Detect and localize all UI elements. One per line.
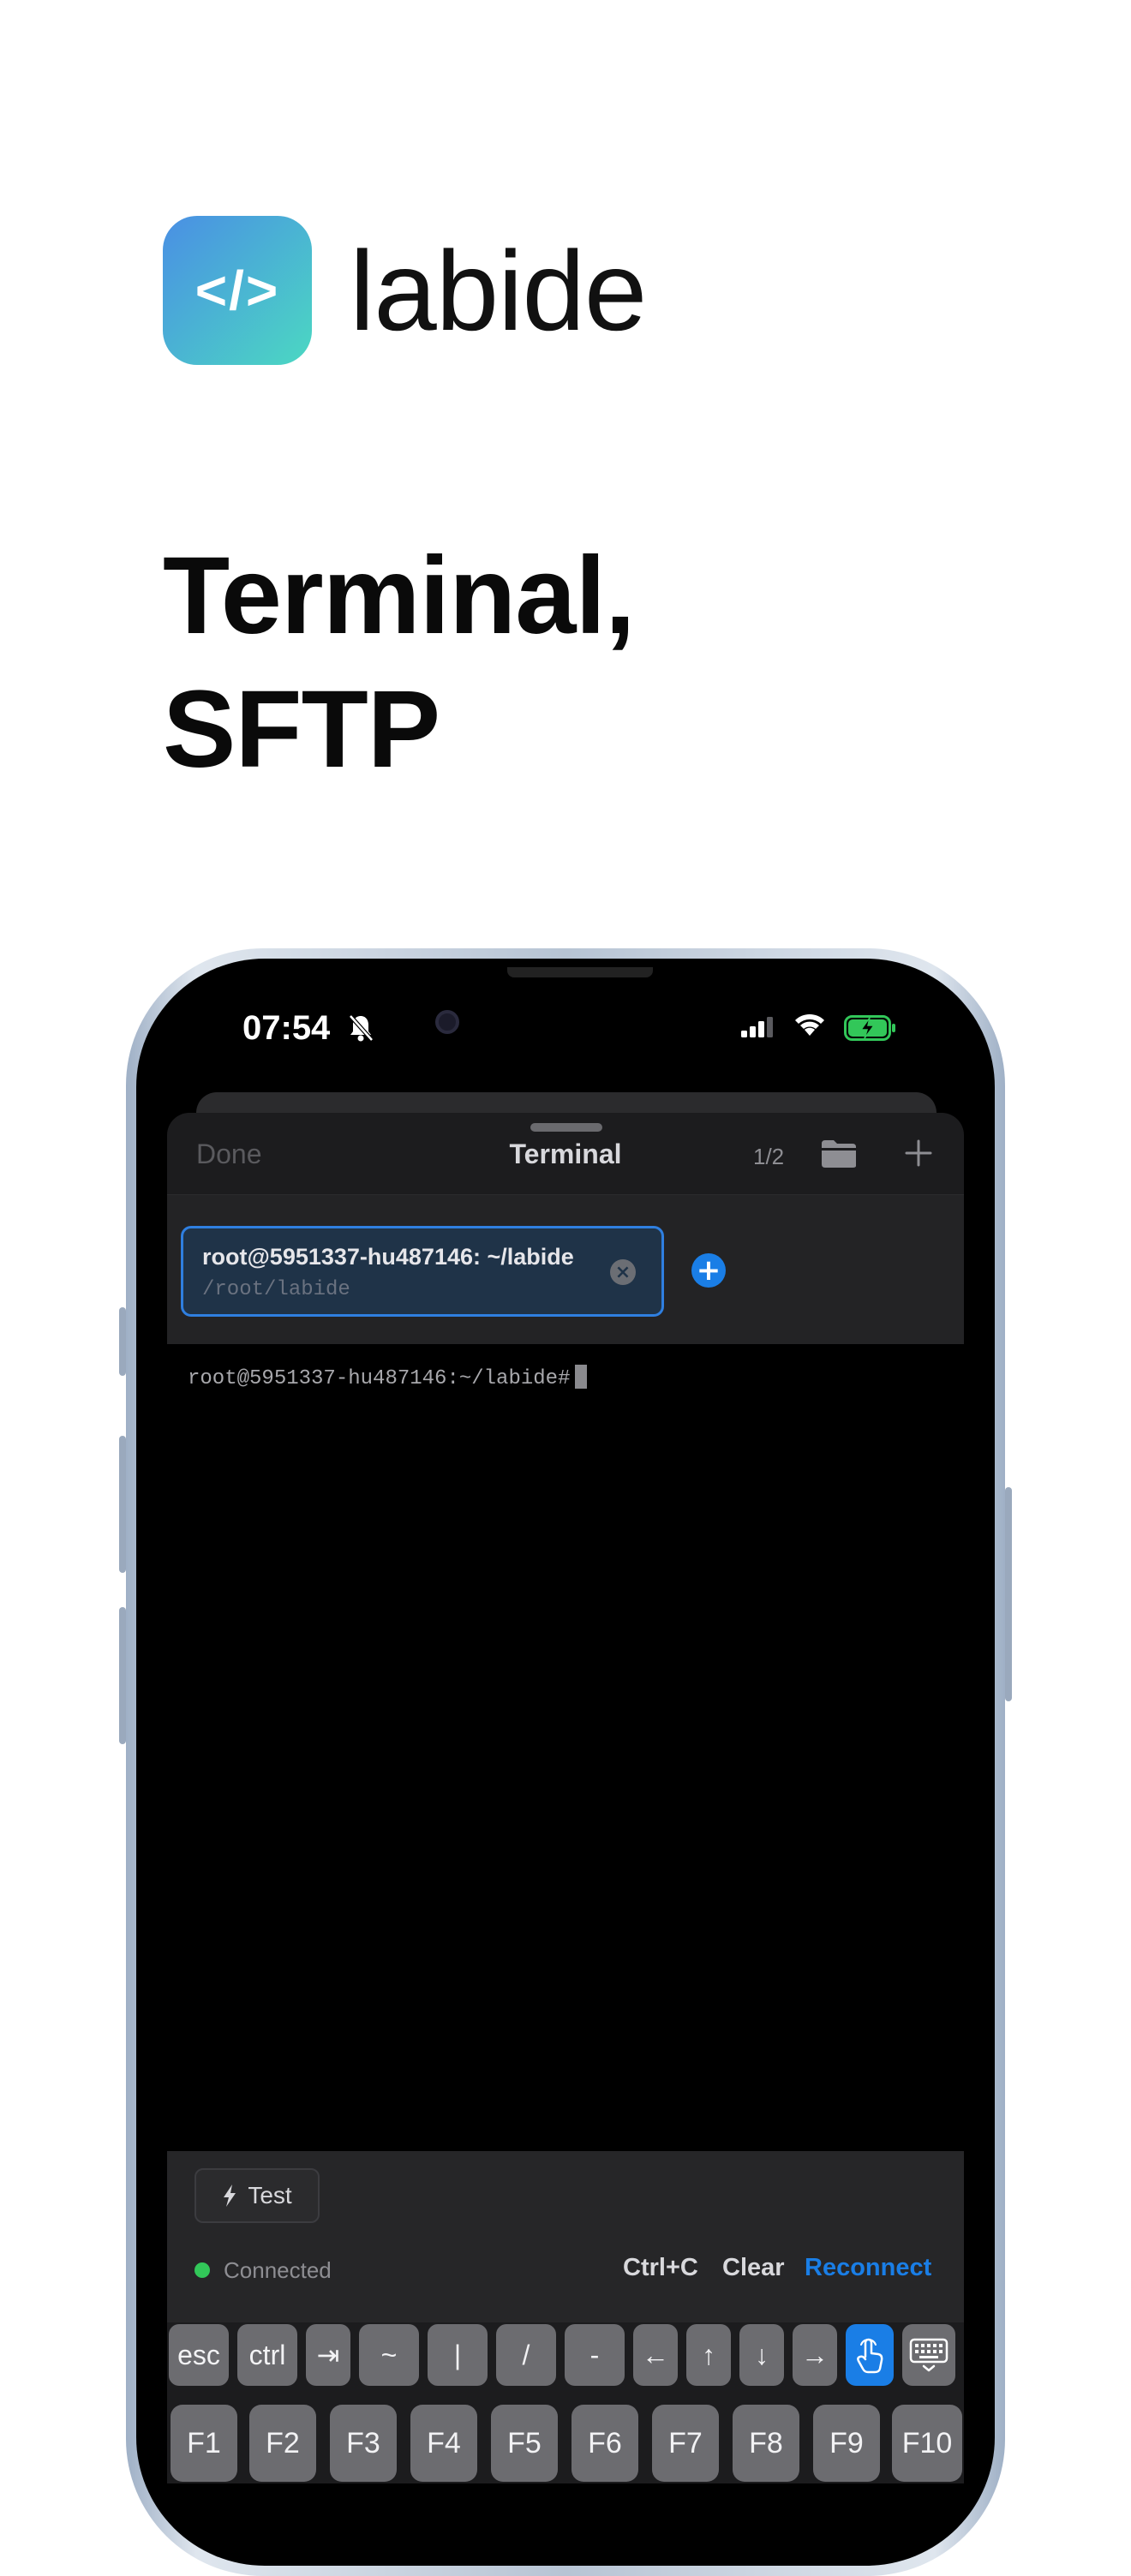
headline: Terminal, SFTP [163,529,636,797]
touch-mode-toggle[interactable] [846,2324,894,2386]
session-path: /root/labide [202,1278,350,1301]
folder-icon[interactable] [820,1139,858,1169]
key-right-arrow[interactable]: → [793,2324,837,2386]
headline-line-2: SFTP [163,668,440,791]
phone-screen: 07:54 Done Terminal 1/2 root@5951337-hu4… [145,967,986,2557]
key-esc[interactable]: esc [169,2324,229,2386]
brand-name: labide [350,227,647,354]
hand-tap-icon [857,2338,883,2374]
key-tab[interactable]: ⇥ [306,2324,350,2386]
key-left-arrow[interactable]: ← [633,2324,678,2386]
speaker-grille [507,967,653,977]
phone-bezel: 07:54 Done Terminal 1/2 root@5951337-hu4… [136,959,995,2566]
key-tilde[interactable]: ~ [359,2324,419,2386]
test-label: Test [248,2182,292,2208]
session-count: 1/2 [753,1144,785,1169]
add-session-icon[interactable]: + [691,1253,726,1288]
session-bar: root@5951337-hu487146: ~/labide /root/la… [167,1195,964,1344]
key-slash[interactable]: / [496,2324,556,2386]
phone-power-button [1005,1487,1012,1701]
key-f2[interactable]: F2 [249,2405,316,2482]
brand-header: </> labide [163,216,647,365]
status-time: 07:54 [242,1009,331,1047]
cellular-signal-icon [741,1017,773,1037]
key-f6[interactable]: F6 [571,2405,638,2482]
accessory-key-row: esc ctrl ⇥ ~ | / - ← ↑ ↓ → [167,2324,964,2393]
key-f1[interactable]: F1 [171,2405,237,2482]
phone-frame: 07:54 Done Terminal 1/2 root@5951337-hu4… [126,948,1005,2576]
keyboard-dismiss-button[interactable] [902,2324,955,2386]
terminal-controls: Test Connected Ctrl+C Clear Reconnect [167,2151,964,2322]
key-f8[interactable]: F8 [733,2405,799,2482]
key-f5[interactable]: F5 [491,2405,558,2482]
labide-logo: </> [163,216,312,365]
key-f10[interactable]: F10 [892,2405,962,2482]
ctrl-c-button[interactable]: Ctrl+C [623,2254,698,2282]
key-ctrl[interactable]: ctrl [237,2324,297,2386]
nav-bar: Done Terminal 1/2 [167,1113,964,1195]
headline-line-1: Terminal, [163,535,636,657]
code-brackets-icon: </> [194,260,280,321]
terminal-prompt: root@5951337-hu487146:~/labide# [188,1367,571,1390]
reconnect-button[interactable]: Reconnect [805,2254,931,2282]
close-session-icon[interactable]: × [610,1259,636,1285]
sheet-grabber[interactable] [530,1123,602,1132]
plus-icon[interactable] [904,1139,933,1168]
key-down-arrow[interactable]: ↓ [739,2324,784,2386]
phone-action-button [119,1307,126,1376]
terminal-sheet: Done Terminal 1/2 root@5951337-hu487146:… [167,1113,964,2483]
session-tab[interactable]: root@5951337-hu487146: ~/labide /root/la… [181,1226,664,1317]
key-f7[interactable]: F7 [652,2405,719,2482]
key-up-arrow[interactable]: ↑ [686,2324,731,2386]
connection-status: Connected [224,2257,332,2283]
wifi-icon [795,1013,824,1036]
key-dash[interactable]: - [565,2324,625,2386]
key-pipe[interactable]: | [428,2324,488,2386]
terminal-prompt-line: root@5951337-hu487146:~/labide# [188,1365,588,1390]
terminal-cursor [575,1365,588,1389]
clear-button[interactable]: Clear [722,2254,785,2282]
key-f9[interactable]: F9 [813,2405,880,2482]
terminal-output[interactable]: root@5951337-hu487146:~/labide# [167,1344,964,2151]
function-key-row: F1 F2 F3 F4 F5 F6 F7 F8 F9 F10 [167,2405,964,2483]
front-camera [435,1010,459,1034]
phone-volume-up-button [119,1436,126,1573]
phone-volume-down-button [119,1607,126,1744]
key-f3[interactable]: F3 [330,2405,397,2482]
test-button[interactable]: Test [194,2168,320,2223]
bolt-icon [224,2185,236,2207]
keyboard-icon [909,2338,948,2372]
key-f4[interactable]: F4 [410,2405,477,2482]
session-title: root@5951337-hu487146: ~/labide [202,1244,574,1270]
connection-status-dot [194,2262,210,2278]
battery-charging-icon [844,1015,895,1041]
bell-slash-icon [349,1014,374,1042]
